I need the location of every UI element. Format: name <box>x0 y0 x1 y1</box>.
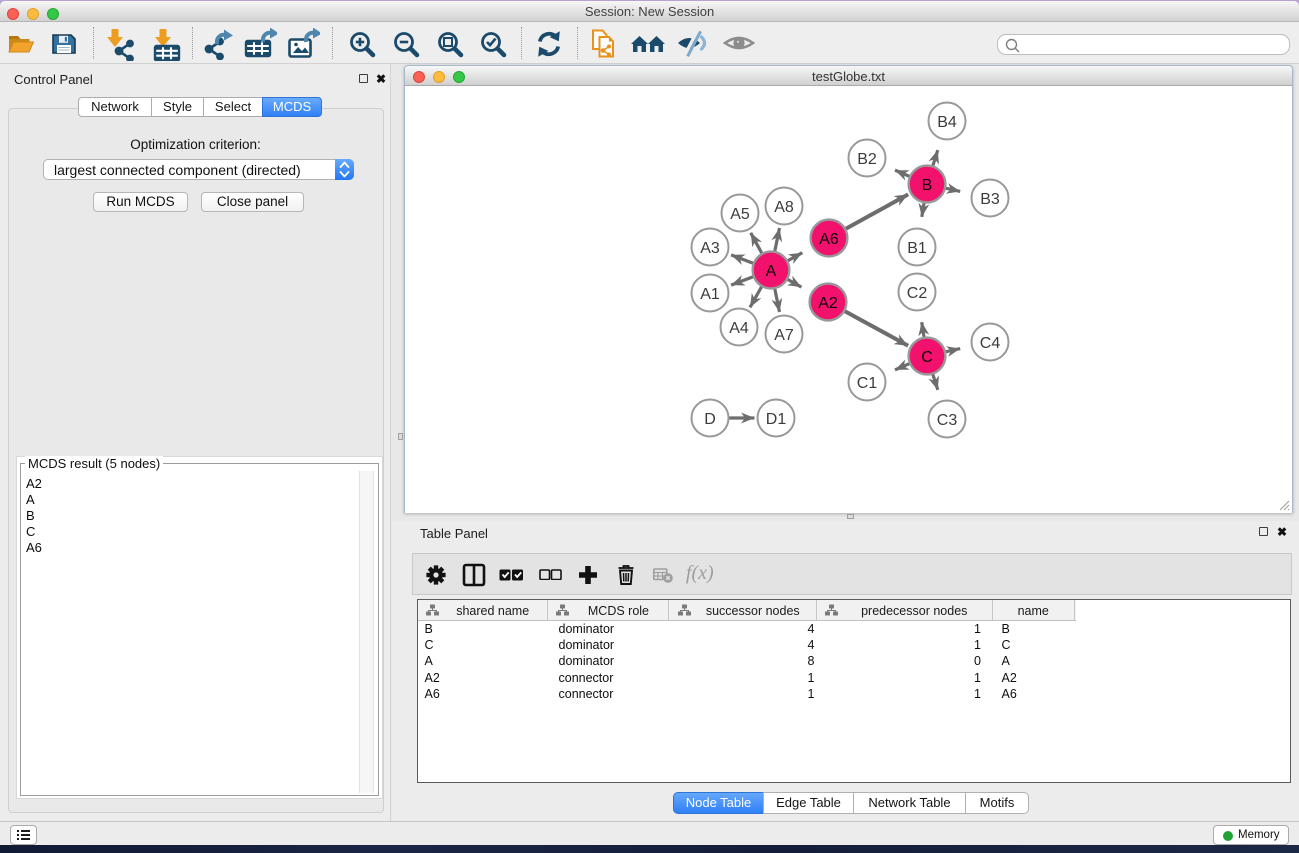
svg-text:B2: B2 <box>857 151 877 168</box>
svg-text:A3: A3 <box>700 240 720 257</box>
svg-text:A1: A1 <box>700 286 720 303</box>
svg-text:A8: A8 <box>774 199 794 216</box>
svg-text:A2: A2 <box>818 295 838 312</box>
svg-text:B: B <box>922 177 933 194</box>
svg-text:C1: C1 <box>857 375 878 392</box>
svg-text:A: A <box>766 263 777 280</box>
svg-text:D: D <box>704 411 716 428</box>
svg-text:A6: A6 <box>819 231 839 248</box>
svg-text:B3: B3 <box>980 191 1000 208</box>
svg-text:C: C <box>921 349 933 366</box>
svg-text:B4: B4 <box>937 114 957 131</box>
svg-text:C4: C4 <box>980 335 1001 352</box>
svg-text:D1: D1 <box>766 411 787 428</box>
svg-text:A7: A7 <box>774 327 794 344</box>
svg-text:B1: B1 <box>907 240 927 257</box>
svg-text:C3: C3 <box>937 412 958 429</box>
svg-text:C2: C2 <box>907 285 928 302</box>
svg-text:A5: A5 <box>730 206 750 223</box>
svg-text:A4: A4 <box>729 320 749 337</box>
